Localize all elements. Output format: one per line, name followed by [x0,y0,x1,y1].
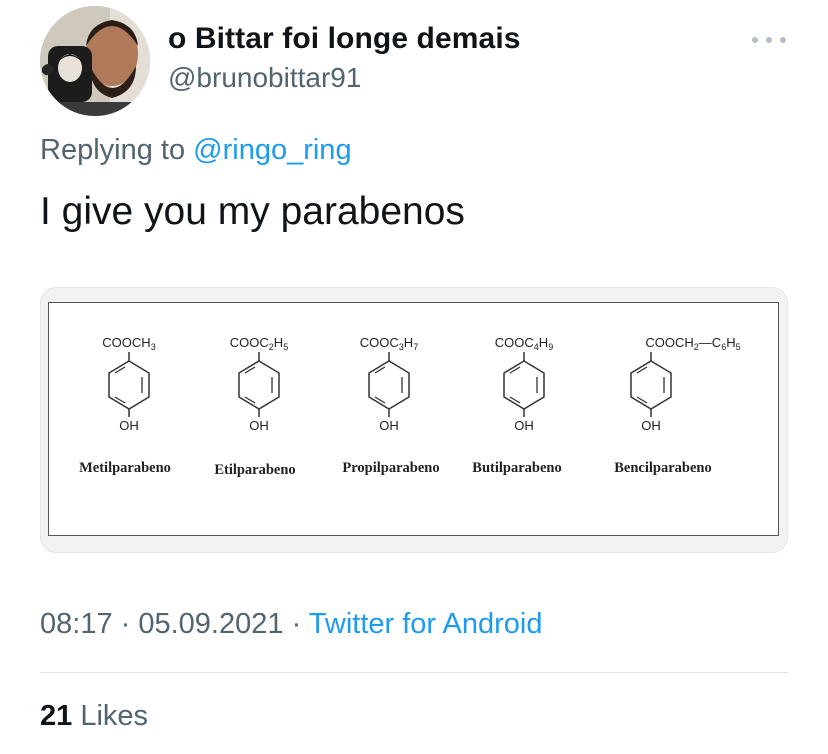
tweet-timestamp: 08:17 · 05.09.2021 · Twitter for Android [40,608,542,641]
avatar-photo [40,6,150,116]
more-dot [752,37,758,43]
separator-dot: · [112,608,139,640]
tweet-date[interactable]: 05.09.2021 [138,608,283,640]
more-dots-icon[interactable] [752,28,786,52]
likes-number: 21 [40,700,73,732]
replying-to: Replying to @ringo_ring [40,134,352,167]
hydroxyl-label-3: OH [379,418,399,433]
substituent-label-4: COOC4H9 [495,335,553,352]
likes-count[interactable]: 21 Likes [40,700,148,733]
hydroxyl-label-2: OH [249,418,269,433]
tweet-media[interactable]: COOCH3 OH Metilparabeno COOC2H5 OH Etilp… [40,287,788,553]
author-handle[interactable]: @brunobittar91 [168,62,361,94]
tweet-time[interactable]: 08:17 [40,608,113,640]
compound-name-1: Metilparabeno [79,460,171,476]
compound-propilparabeno: COOC3H7 OH Propilparabeno [342,335,439,476]
compound-name-2: Etilparabeno [214,462,295,478]
avatar[interactable] [40,6,150,116]
compound-name-5: Bencilparabeno [614,460,711,476]
replying-prefix: Replying to [40,134,186,166]
parabens-structures: COOCH3 OH Metilparabeno COOC2H5 OH Etilp… [79,335,741,478]
substituent-label-3: COOC3H7 [360,335,418,352]
compound-bencilparabeno: COOCH2—C6H5 OH Bencilparabeno [614,335,740,476]
chemistry-figure: COOCH3 OH Metilparabeno COOC2H5 OH Etilp… [48,302,779,536]
substituent-label-2: COOC2H5 [230,335,288,352]
separator-dot: · [283,608,309,640]
compound-etilparabeno: COOC2H5 OH Etilparabeno [214,335,295,478]
compound-name-3: Propilparabeno [342,460,439,476]
compound-butilparabeno: COOC4H9 OH Butilparabeno [472,335,561,476]
hydroxyl-label-1: OH [119,418,139,433]
more-dot [780,37,786,43]
divider [40,672,788,673]
compound-metilparabeno: COOCH3 OH Metilparabeno [79,335,171,476]
author-display-name[interactable]: o Bittar foi longe demais [168,22,521,56]
tweet-source-link[interactable]: Twitter for Android [309,608,543,640]
likes-label: Likes [72,700,149,732]
hydroxyl-label-5: OH [641,418,661,433]
hydroxyl-label-4: OH [514,418,534,433]
reply-mention-link[interactable]: @ringo_ring [193,134,351,166]
substituent-label-5: COOCH2—C6H5 [645,335,740,352]
more-dot [766,37,772,43]
tweet-text: I give you my parabenos [40,190,465,233]
substituent-label-1: COOCH3 [102,335,155,352]
compound-name-4: Butilparabeno [472,460,561,476]
